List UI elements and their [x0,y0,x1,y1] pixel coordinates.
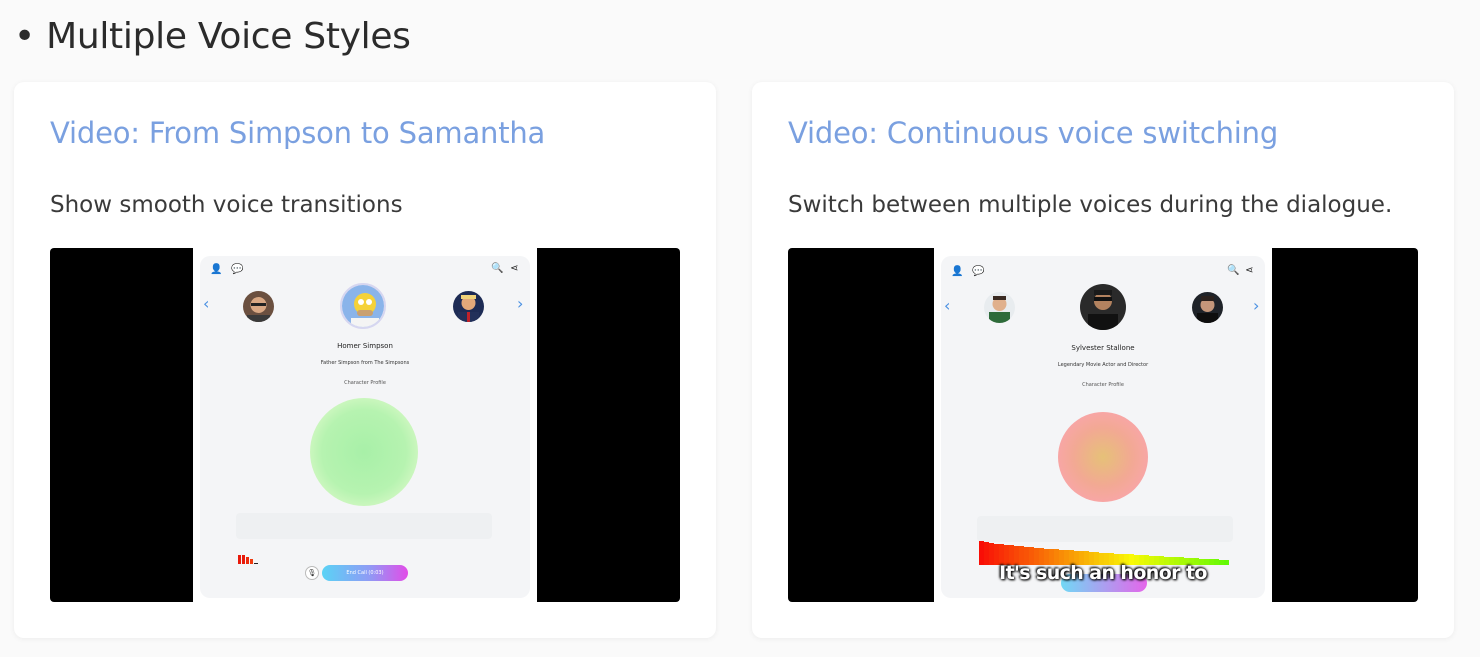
volume-bars [238,554,258,564]
chevron-left-icon: ‹ [944,296,951,315]
avatar-stallone [1080,284,1126,330]
video-frame: 👤 💬 🔍 ⋖ ‹ › Sylvester Stallone Legendary… [934,248,1272,602]
search-icon: 🔍 [491,263,504,274]
chevron-right-icon: › [1253,296,1260,315]
voice-app-screen: 👤 💬 🔍 ⋖ ‹ › Sylvester Stallone Legendary… [941,256,1265,598]
video-player[interactable]: 👤 💬 🔍 ⋖ ‹ › Sylvester Stallone Legendary… [788,248,1418,602]
waveform-area [236,513,492,539]
character-subtitle: Legendary Movie Actor and Director [1057,362,1149,368]
character-name: Homer Simpson [337,342,393,350]
video-frame: 👤 💬 🔍 ⋖ ‹ › Homer Simpson Father Simpson… [193,248,537,602]
video-card-continuous: Video: Continuous voice switching Switch… [752,82,1454,638]
add-user-icon: 👤 [951,266,964,277]
character-name: Sylvester Stallone [1071,344,1135,352]
voice-orb [1058,412,1148,502]
card-title[interactable]: Video: Continuous voice switching [788,116,1278,150]
chat-icon: 💬 [231,264,244,275]
avatar-left [984,292,1015,323]
character-subtitle: Father Simpson from The Simpsons [320,360,410,366]
chat-icon: 💬 [972,266,985,277]
add-user-icon: 👤 [210,264,223,275]
microphone-button[interactable]: 🎙 [305,566,319,580]
character-profile-link[interactable]: Character Profile [941,382,1265,388]
video-card-simpson: Video: From Simpson to Samantha Show smo… [14,82,716,638]
section-heading: • Multiple Voice Styles [14,16,411,57]
share-icon: ⋖ [510,263,519,274]
voice-app-screen: 👤 💬 🔍 ⋖ ‹ › Homer Simpson Father Simpson… [200,256,530,598]
character-profile-link[interactable]: Character Profile [200,380,530,386]
avatar-homer [340,283,386,329]
chevron-left-icon: ‹ [203,294,210,313]
video-player[interactable]: 👤 💬 🔍 ⋖ ‹ › Homer Simpson Father Simpson… [50,248,680,602]
card-description: Switch between multiple voices during th… [788,192,1393,218]
voice-orb [310,398,418,506]
avatar-left [243,291,274,322]
search-icon: 🔍 [1227,265,1240,276]
share-icon: ⋖ [1245,265,1254,276]
chevron-right-icon: › [517,294,524,313]
card-description: Show smooth voice transitions [50,192,403,218]
avatar-right [453,291,484,322]
card-title[interactable]: Video: From Simpson to Samantha [50,116,545,150]
end-call-button[interactable]: End Call (0:03) [322,565,408,581]
video-caption: It's such an honor to [999,562,1207,584]
avatar-right [1192,292,1223,323]
